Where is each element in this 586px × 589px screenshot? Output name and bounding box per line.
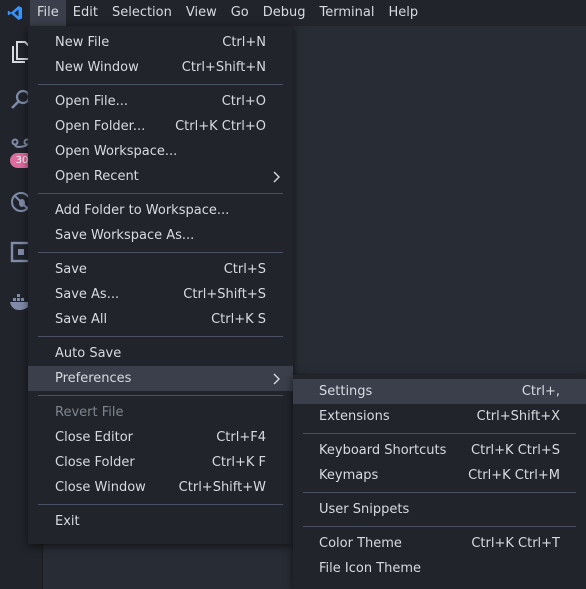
menu-edit[interactable]: Edit bbox=[66, 0, 105, 26]
file-menu: New File Ctrl+N New Window Ctrl+Shift+N Op… bbox=[28, 26, 293, 544]
menu-help[interactable]: Help bbox=[381, 0, 425, 26]
menu-separator bbox=[38, 252, 283, 253]
chevron-right-icon bbox=[273, 164, 281, 189]
menu-item-open-recent[interactable]: Open Recent bbox=[28, 164, 293, 189]
menu-item-open-file[interactable]: Open File... Ctrl+O bbox=[28, 89, 293, 114]
menu-item-save[interactable]: Save Ctrl+S bbox=[28, 257, 293, 282]
menu-item-keyboard-shortcuts[interactable]: Keyboard Shortcuts Ctrl+K Ctrl+S bbox=[293, 438, 586, 463]
menu-item-new-file[interactable]: New File Ctrl+N bbox=[28, 30, 293, 55]
preferences-submenu: Settings Ctrl+, Extensions Ctrl+Shift+X Ke… bbox=[293, 375, 586, 589]
menu-item-preferences[interactable]: Preferences bbox=[28, 366, 293, 391]
menu-item-exit[interactable]: Exit bbox=[28, 509, 293, 534]
menu-item-file-icon-theme[interactable]: File Icon Theme bbox=[293, 556, 586, 581]
menu-file[interactable]: File bbox=[30, 0, 66, 26]
menu-item-user-snippets[interactable]: User Snippets bbox=[293, 497, 586, 522]
menu-debug[interactable]: Debug bbox=[256, 0, 313, 26]
chevron-right-icon bbox=[273, 366, 281, 391]
menu-separator bbox=[303, 433, 576, 434]
menu-item-open-workspace[interactable]: Open Workspace... bbox=[28, 139, 293, 164]
menu-item-color-theme[interactable]: Color Theme Ctrl+K Ctrl+T bbox=[293, 531, 586, 556]
menu-item-close-window[interactable]: Close Window Ctrl+Shift+W bbox=[28, 475, 293, 500]
menu-item-open-folder[interactable]: Open Folder... Ctrl+K Ctrl+O bbox=[28, 114, 293, 139]
menu-separator bbox=[38, 395, 283, 396]
menu-view[interactable]: View bbox=[179, 0, 224, 26]
menu-item-close-editor[interactable]: Close Editor Ctrl+F4 bbox=[28, 425, 293, 450]
menu-item-save-all[interactable]: Save All Ctrl+K S bbox=[28, 307, 293, 332]
menu-terminal[interactable]: Terminal bbox=[313, 0, 382, 26]
menu-item-save-as[interactable]: Save As... Ctrl+Shift+S bbox=[28, 282, 293, 307]
menu-item-add-folder-to-workspace[interactable]: Add Folder to Workspace... bbox=[28, 198, 293, 223]
menu-item-extensions[interactable]: Extensions Ctrl+Shift+X bbox=[293, 404, 586, 429]
menu-item-revert-file: Revert File bbox=[55, 405, 124, 420]
menu-item-keymaps[interactable]: Keymaps Ctrl+K Ctrl+M bbox=[293, 463, 586, 488]
menu-item-save-workspace-as[interactable]: Save Workspace As... bbox=[28, 223, 293, 248]
menu-go[interactable]: Go bbox=[224, 0, 256, 26]
menu-item-new-window[interactable]: New Window Ctrl+Shift+N bbox=[28, 55, 293, 80]
menu-separator bbox=[38, 84, 283, 85]
menu-item-auto-save[interactable]: Auto Save bbox=[28, 341, 293, 366]
menu-separator bbox=[38, 336, 283, 337]
menu-separator bbox=[38, 504, 283, 505]
vscode-logo-icon bbox=[0, 0, 30, 26]
menu-separator bbox=[303, 526, 576, 527]
menu-selection[interactable]: Selection bbox=[105, 0, 179, 26]
menu-separator bbox=[303, 492, 576, 493]
menu-separator bbox=[38, 193, 283, 194]
menu-item-close-folder[interactable]: Close Folder Ctrl+K F bbox=[28, 450, 293, 475]
menu-bar: File Edit Selection View Go Debug Termin… bbox=[0, 0, 586, 26]
menu-item-settings[interactable]: Settings Ctrl+, bbox=[293, 379, 586, 404]
